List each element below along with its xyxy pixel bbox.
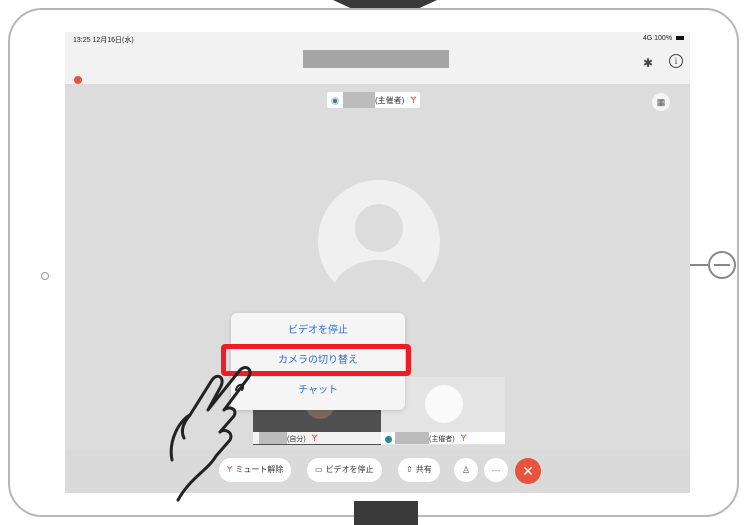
more-button[interactable]: ···	[484, 458, 508, 482]
close-icon: ✕	[522, 463, 534, 479]
name-redacted	[343, 92, 375, 108]
status-time: 13:25 12月16日(水)	[73, 37, 134, 44]
menu-item-stop-video[interactable]: ビデオを停止	[231, 319, 405, 343]
pointing-hand-illustration	[169, 366, 252, 502]
status-bar: 13:25 12月16日(水) 4G 100%	[65, 32, 690, 46]
person-icon: ♙	[461, 465, 471, 475]
share-label: 共有	[415, 465, 432, 474]
host-status-icon	[385, 435, 392, 443]
info-icon[interactable]: i	[669, 54, 683, 68]
host-role-text: (主催者)	[375, 96, 405, 105]
recording-indicator-icon	[74, 76, 82, 84]
share-icon: ⇧	[406, 465, 413, 474]
share-button[interactable]: ⇧ 共有	[398, 458, 440, 482]
callout-line	[690, 264, 710, 266]
more-label: ···	[491, 465, 501, 475]
active-speaker-label: (主催者) Ɏ	[327, 92, 421, 108]
battery-icon	[676, 36, 684, 41]
host-avatar	[318, 180, 440, 302]
side-callout-icon	[708, 251, 736, 279]
host-thumbnail-label: (主催者) Ɏ	[381, 432, 505, 444]
bluetooth-icon[interactable]: ✱	[643, 56, 653, 70]
mic-muted-icon: Ɏ	[410, 95, 417, 105]
battery-text: 4G 100%	[642, 35, 673, 42]
host-status-icon	[331, 96, 339, 105]
host-label-text: (主催者)	[429, 436, 455, 443]
front-camera-dot	[41, 272, 49, 280]
meeting-title-redacted	[303, 50, 449, 68]
participants-button[interactable]: ♙	[454, 458, 478, 482]
mic-muted-icon: Ɏ	[460, 433, 467, 443]
mic-muted-icon: Ɏ	[311, 433, 318, 443]
name-redacted	[395, 432, 429, 444]
switch-layout-icon[interactable]: ▦	[652, 93, 670, 111]
leave-meeting-button[interactable]: ✕	[515, 458, 541, 484]
stop-video-button[interactable]: ▭ ビデオを停止	[307, 458, 382, 482]
meeting-header: ✱ i	[65, 46, 690, 84]
self-label-text: (自分)	[287, 436, 306, 443]
self-thumbnail-label: (自分) Ɏ	[253, 432, 381, 444]
battery-status: 4G 100%	[643, 35, 684, 42]
video-camera-icon: ▭	[315, 465, 323, 474]
bottom-arrow-decoration	[354, 501, 418, 525]
stop-video-label: ビデオを停止	[325, 465, 374, 474]
